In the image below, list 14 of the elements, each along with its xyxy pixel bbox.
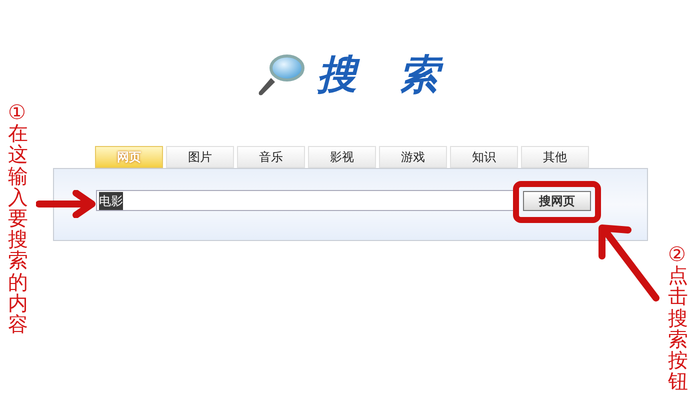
tab[interactable]: 图片 — [166, 146, 234, 168]
logo-character: 搜 — [311, 51, 363, 99]
tab[interactable]: 其他 — [521, 146, 589, 168]
arrow-icon — [596, 222, 662, 302]
arrow-icon — [36, 190, 98, 218]
logo-character: 索 — [393, 51, 445, 99]
search-button[interactable]: 搜网页 — [523, 190, 591, 210]
tab[interactable]: 知识 — [450, 146, 518, 168]
tab[interactable]: 影视 — [308, 146, 376, 168]
search-field[interactable]: 电影 — [96, 190, 514, 211]
tab[interactable]: 音乐 — [237, 146, 305, 168]
annotation-text: ①在这输入要搜索的内容 — [8, 102, 28, 336]
tab[interactable]: 游戏 — [379, 146, 447, 168]
annotation-text: ②点击搜索按钮 — [668, 244, 688, 392]
